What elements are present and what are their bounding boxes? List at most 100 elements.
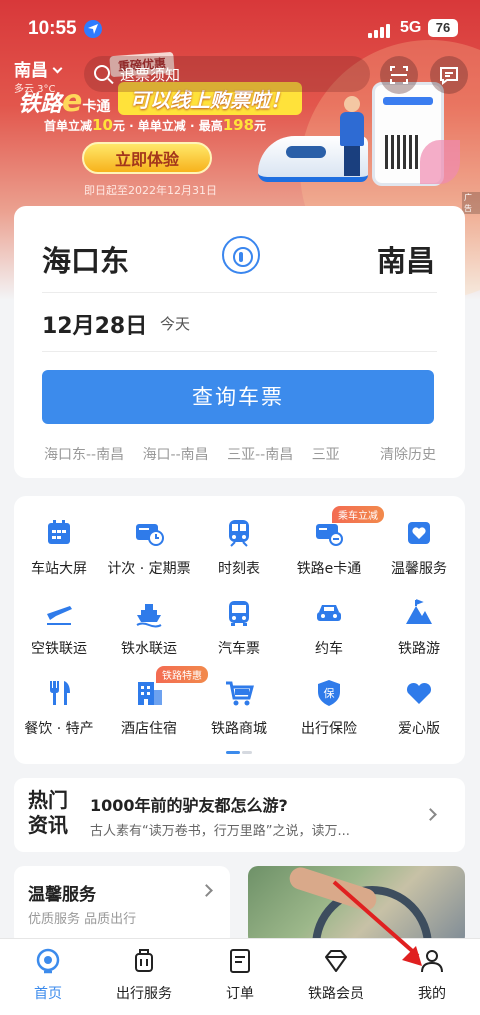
tab-label: 我的	[418, 986, 446, 1002]
svg-text:保: 保	[324, 686, 335, 700]
service-season-ticket[interactable]: 计次 · 定期票	[104, 518, 194, 578]
service-label: 车站大屏	[31, 561, 87, 577]
mall-icon	[224, 678, 254, 708]
travel-weekday: 今天	[160, 315, 191, 333]
clear-history-button[interactable]: 清除历史	[376, 444, 436, 464]
location-arrow-icon	[84, 20, 102, 38]
ship-rail-icon	[134, 598, 164, 628]
network-type: 5G	[400, 19, 422, 36]
status-time: 10:55	[28, 18, 77, 39]
history-item[interactable]: 海口--南昌	[143, 447, 209, 463]
search-bar[interactable]: 退票须知	[84, 56, 370, 92]
promo-sub-a-value: 10	[92, 116, 113, 134]
service-timetable[interactable]: 时刻表	[194, 518, 284, 578]
service-label: 餐饮 · 特产	[24, 721, 94, 737]
to-station[interactable]: 南昌	[377, 238, 435, 280]
insurance-icon: 保	[314, 678, 344, 708]
news-card[interactable]: 热门资讯 1000年前的驴友都怎么游? 古人素有“读万卷书，行万里路”之说，读万…	[14, 778, 465, 852]
service-label: 爱心版	[398, 721, 440, 737]
services-grid: 车站大屏 计次 · 定期票 时刻表 铁路e卡通 乘车立减 温馨服务 空铁联运 铁…	[14, 496, 465, 764]
bus-icon	[224, 598, 254, 628]
promo-photo[interactable]	[248, 866, 465, 946]
promo-date: 即日起至2022年12月31日	[84, 184, 217, 197]
ticket-search-card: 海口东 南昌 12月28日 今天 查询车票 海口东--南昌 海口--南昌 三亚-…	[14, 206, 465, 478]
from-station[interactable]: 海口东	[42, 238, 129, 280]
home-icon	[34, 947, 62, 975]
service-hotel[interactable]: 酒店住宿	[104, 678, 194, 738]
leaf-illustration	[420, 140, 460, 184]
tab-membership[interactable]: 铁路会员	[288, 947, 384, 1003]
service-label: 计次 · 定期票	[107, 561, 191, 577]
service-bus[interactable]: 汽车票	[194, 598, 284, 658]
service-label: 时刻表	[218, 561, 260, 577]
warm-service-icon	[404, 518, 434, 548]
service-mall[interactable]: 铁路商城	[194, 678, 284, 738]
status-bar: 10:55 5G 76	[0, 0, 480, 52]
chevron-right-icon	[424, 808, 437, 821]
service-car[interactable]: 约车	[284, 598, 374, 658]
bottom-tab-bar: 首页 出行服务 订单 铁路会员 我的	[0, 938, 480, 1015]
promo-cta-button[interactable]: 立即体验	[82, 142, 212, 174]
service-ecard[interactable]: 铁路e卡通	[284, 518, 374, 578]
service-label: 空铁联运	[31, 641, 87, 657]
person-icon	[418, 947, 446, 975]
service-ship-rail[interactable]: 铁水联运	[104, 598, 194, 658]
service-insurance[interactable]: 保 出行保险	[284, 678, 374, 738]
chevron-right-icon	[200, 884, 213, 897]
scan-button[interactable]	[380, 56, 418, 94]
history-item[interactable]: 三亚--南昌	[227, 447, 293, 463]
service-air-rail[interactable]: 空铁联运	[14, 598, 104, 658]
tab-travel-services[interactable]: 出行服务	[96, 947, 192, 1003]
travel-icon	[404, 598, 434, 628]
tab-label: 订单	[226, 986, 254, 1002]
tab-label: 首页	[34, 986, 62, 1002]
service-label: 约车	[315, 641, 343, 657]
ad-label: 广告	[462, 192, 480, 214]
divider	[42, 351, 437, 352]
warm-service-title: 温馨服务	[28, 885, 96, 905]
city-name: 南昌	[14, 61, 48, 81]
battery-icon: 76	[428, 19, 458, 37]
promo-sub-a: 首单立减	[44, 119, 93, 133]
service-label: 酒店住宿	[121, 721, 177, 737]
promo-brand-e: e	[62, 84, 83, 119]
promo-brand-suffix: 卡通	[82, 99, 111, 115]
warm-service-card[interactable]: 温馨服务 优质服务 品质出行	[14, 866, 230, 946]
car-icon	[314, 598, 344, 628]
tab-mine[interactable]: 我的	[384, 947, 480, 1003]
tab-orders[interactable]: 订单	[192, 947, 288, 1003]
service-label: 铁路e卡通	[296, 561, 362, 577]
promo-sub-c: 元	[254, 119, 267, 133]
service-travel[interactable]: 铁路游	[374, 598, 464, 658]
news-tag: 热门资讯	[28, 788, 68, 837]
search-icon	[94, 65, 110, 81]
service-station-screen[interactable]: 车站大屏	[14, 518, 104, 578]
luggage-icon	[130, 947, 158, 975]
travel-date[interactable]: 12月28日	[42, 308, 147, 340]
city-selector[interactable]: 南昌	[14, 56, 63, 81]
service-dining[interactable]: 餐饮 · 特产	[14, 678, 104, 738]
divider	[42, 292, 437, 293]
service-label: 铁路游	[398, 641, 440, 657]
query-tickets-button[interactable]: 查询车票	[42, 370, 434, 424]
scan-icon	[390, 66, 408, 84]
service-heart[interactable]: 爱心版	[374, 678, 464, 738]
history-item[interactable]: 三亚	[312, 447, 340, 463]
search-placeholder: 退票须知	[120, 66, 181, 84]
weather-text: 多云 3°C	[14, 84, 56, 95]
service-label: 汽车票	[218, 641, 260, 657]
tab-label: 铁路会员	[308, 986, 364, 1002]
signal-icon	[368, 22, 394, 38]
service-warm[interactable]: 温馨服务	[374, 518, 464, 578]
history-item[interactable]: 海口东--南昌	[44, 447, 124, 463]
air-rail-icon	[44, 598, 74, 628]
traveler-illustration	[340, 96, 366, 176]
swap-stations-icon[interactable]	[222, 236, 260, 274]
service-label: 铁水联运	[121, 641, 177, 657]
heart-icon	[404, 678, 434, 708]
message-icon	[440, 67, 458, 85]
tab-home[interactable]: 首页	[0, 947, 96, 1003]
message-button[interactable]	[430, 56, 468, 94]
promo-sub-b-value: 198	[222, 116, 255, 134]
chevron-down-icon	[52, 63, 63, 74]
